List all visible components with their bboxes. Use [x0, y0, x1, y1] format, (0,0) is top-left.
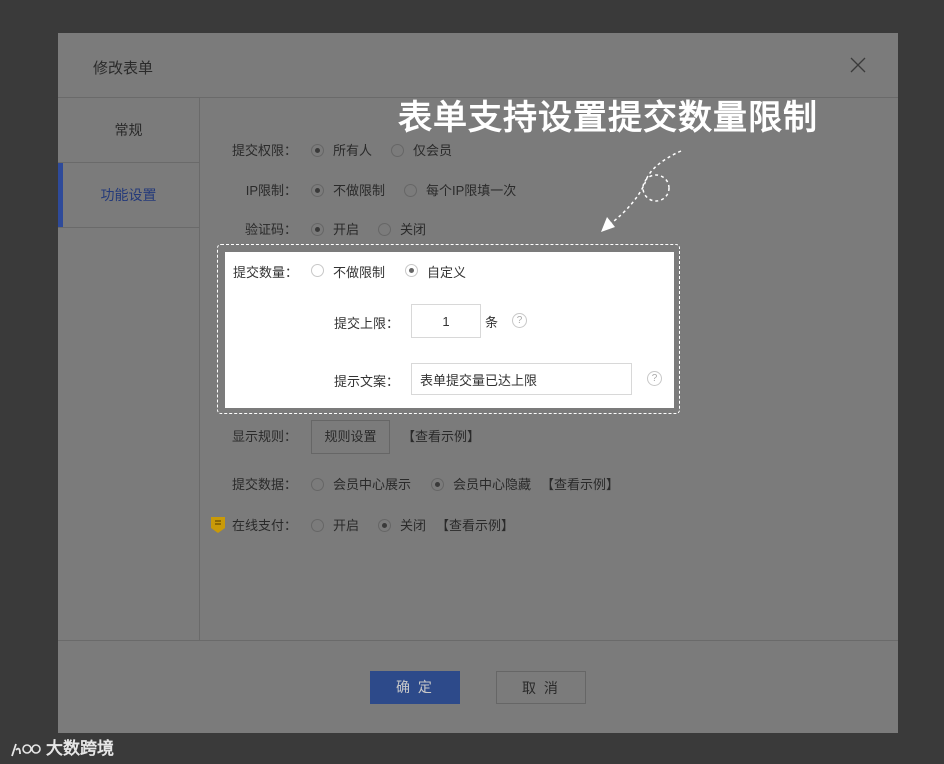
submit-data-label: 提交数据：	[231, 477, 297, 492]
watermark-text: 大数跨境	[46, 739, 114, 758]
submit-data-group: 会员中心展示 会员中心隐藏 【查看示例】	[311, 475, 631, 495]
submit-permission-group: 所有人 仅会员	[311, 141, 511, 161]
radio-label: 会员中心隐藏	[453, 477, 532, 492]
limit-unit: 条	[485, 315, 499, 330]
submit-limit-input[interactable]	[411, 304, 481, 338]
submit-limit-label: 提交上限：	[334, 316, 400, 331]
watermark-logo-icon	[11, 743, 41, 756]
radio-payment-on[interactable]	[311, 519, 324, 532]
radio-label: 每个IP限填一次	[426, 183, 517, 198]
view-example-link[interactable]: 【查看示例】	[436, 516, 514, 536]
radio-label: 关闭	[400, 222, 427, 237]
help-icon[interactable]: ?	[647, 371, 662, 386]
online-payment-group: 开启 关闭 【查看示例】	[311, 516, 541, 536]
dialog-title: 修改表单	[93, 60, 154, 77]
radio-count-no-limit[interactable]	[311, 264, 324, 277]
submit-count-panel: 提交数量： 不做限制 自定义 提交上限： 条 ? 提示文案： ?	[225, 252, 674, 408]
radio-label: 仅会员	[413, 143, 453, 158]
radio-label: 关闭	[400, 518, 427, 533]
rule-settings-button[interactable]: 规则设置	[311, 420, 390, 454]
radio-count-custom[interactable]	[405, 264, 418, 277]
radio-label: 会员中心展示	[333, 477, 412, 492]
radio-show-in-member-center[interactable]	[311, 478, 324, 491]
radio-everyone[interactable]	[311, 144, 324, 157]
submit-count-label: 提交数量：	[233, 265, 299, 280]
captcha-label: 验证码：	[244, 222, 297, 237]
radio-label: 开启	[333, 222, 360, 237]
radio-label: 所有人	[333, 143, 373, 158]
ip-limit-group: 不做限制 每个IP限填一次	[311, 181, 551, 201]
view-example-link[interactable]: 【查看示例】	[541, 475, 619, 495]
online-payment-label-wrap: 在线支付：	[180, 516, 297, 536]
view-example-link[interactable]: 【查看示例】	[402, 427, 480, 447]
prompt-text-input[interactable]	[411, 363, 632, 395]
annotation-text: 表单支持设置提交数量限制	[398, 98, 818, 138]
radio-captcha-off[interactable]	[378, 223, 391, 236]
captcha-group: 开启 关闭	[311, 220, 511, 240]
sidebar-item-general[interactable]: 常规	[58, 98, 199, 163]
display-rules-label: 显示规则：	[231, 429, 297, 444]
confirm-button[interactable]: 确 定	[370, 671, 460, 704]
online-payment-label: 在线支付：	[231, 518, 297, 533]
ip-limit-label: IP限制：	[245, 183, 297, 198]
radio-hide-in-member-center[interactable]	[431, 478, 444, 491]
settings-sidebar: 常规 功能设置	[58, 98, 200, 641]
radio-label: 自定义	[427, 265, 467, 280]
ip-limit-label-wrap: IP限制：	[180, 181, 297, 201]
dialog-header: 修改表单	[58, 33, 898, 98]
sidebar-item-features[interactable]: 功能设置	[58, 163, 199, 228]
footer-divider	[58, 640, 898, 641]
display-rules-example-wrap: 【查看示例】	[402, 427, 492, 447]
radio-no-limit[interactable]	[311, 184, 324, 197]
radio-members-only[interactable]	[391, 144, 404, 157]
captcha-label-wrap: 验证码：	[180, 220, 297, 240]
radio-label: 开启	[333, 518, 360, 533]
radio-label: 不做限制	[333, 265, 386, 280]
close-icon[interactable]	[848, 55, 868, 75]
submit-permission-label-wrap: 提交权限：	[180, 141, 297, 161]
radio-captcha-on[interactable]	[311, 223, 324, 236]
help-icon[interactable]: ?	[512, 313, 527, 328]
prompt-text-label: 提示文案：	[334, 374, 400, 389]
radio-payment-off[interactable]	[378, 519, 391, 532]
annotation-arrow-icon	[601, 150, 682, 232]
cancel-button[interactable]: 取 消	[496, 671, 586, 704]
radio-once-per-ip[interactable]	[404, 184, 417, 197]
submit-permission-label: 提交权限：	[231, 143, 297, 158]
submit-data-label-wrap: 提交数据：	[180, 475, 297, 495]
display-rules-label-wrap: 显示规则：	[180, 427, 297, 447]
watermark: 大数跨境	[10, 734, 114, 760]
radio-label: 不做限制	[333, 183, 386, 198]
